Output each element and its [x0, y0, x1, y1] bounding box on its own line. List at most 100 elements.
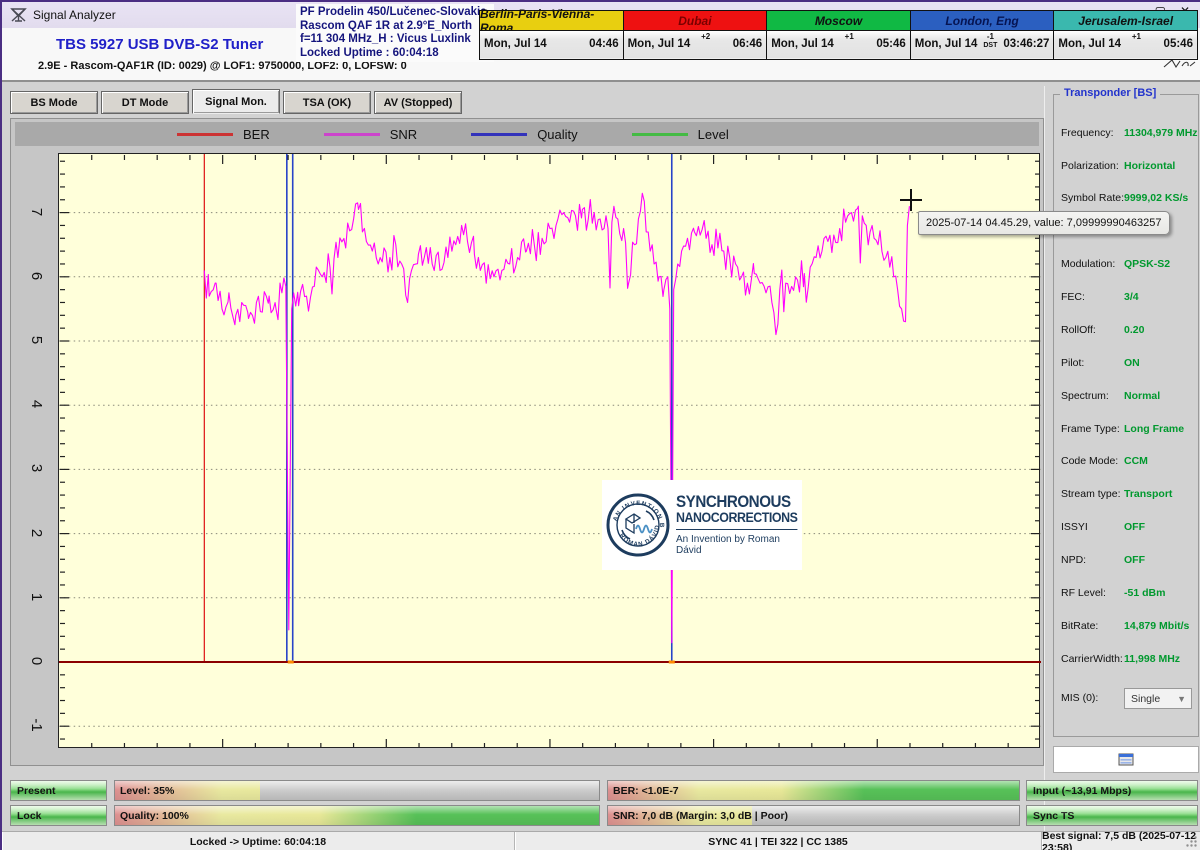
snr-bar: SNR: 7,0 dB (Margin: 3,0 dB | Poor) [607, 805, 1020, 826]
clock-time: 05:46 [1164, 38, 1193, 50]
transponder-label: Code Mode: [1061, 455, 1118, 467]
statusbar-sync: SYNC 41 | TEI 322 | CC 1385 [515, 832, 1042, 850]
device-button[interactable] [1053, 746, 1199, 773]
ber-bar: BER: <1.0E-7 [607, 780, 1020, 801]
clock-city-label: Dubai [624, 11, 767, 31]
world-clock: Moscow Mon, Jul 14 +1 05:46 [766, 10, 911, 60]
legend-label: BER [243, 127, 270, 142]
statusbar-uptime: Locked -> Uptime: 60:04:18 [2, 832, 515, 850]
transponder-value: OFF [1124, 521, 1145, 533]
legend-item-quality: Quality [471, 127, 577, 142]
transponder-value: QPSK-S2 [1124, 258, 1170, 270]
clock-city-label: Berlin-Paris-Vienna-Roma [480, 11, 623, 31]
transponder-label: Frame Type: [1061, 423, 1120, 435]
transponder-label: CarrierWidth: [1061, 653, 1123, 665]
transponder-row: Modulation: QPSK-S2 [1054, 258, 1198, 274]
clock-city-label: Moscow [767, 11, 910, 31]
satellite-dish-icon [10, 8, 27, 23]
clock-time: 06:46 [733, 38, 762, 50]
legend-item-ber: BER [177, 127, 270, 142]
transponder-label: Stream type: [1061, 488, 1121, 500]
clock-date: Mon, Jul 14 [1058, 38, 1121, 50]
y-tick-label: 6 [27, 264, 47, 288]
mis-row: MIS (0): Single ▼ [1054, 692, 1198, 708]
clock-utc-offset: +2 [701, 33, 710, 41]
statusbar-best-signal: Best signal: 7,5 dB (2025-07-12 23:58) [1042, 832, 1200, 850]
legend-label: Quality [537, 127, 577, 142]
clock-body: Mon, Jul 14 -1DST 03:46:27 [911, 31, 1054, 58]
legend-swatch [632, 133, 688, 136]
device-icon [1118, 753, 1134, 766]
transponder-value: 11,998 MHz [1124, 653, 1180, 665]
clock-utc-offset: +1 [845, 33, 854, 41]
signal-plot-area[interactable] [58, 153, 1040, 748]
clock-body: Mon, Jul 14 +1 05:46 [767, 31, 910, 58]
invention-badge-icon: AN INVENTION BY ROMAN DÁVID [606, 493, 670, 557]
clock-body: Mon, Jul 14 +1 05:46 [1054, 31, 1197, 58]
transponder-row: Code Mode: CCM [1054, 455, 1198, 471]
clock-city-label: London, Eng [911, 11, 1054, 31]
transponder-label: RF Level: [1061, 587, 1106, 599]
transponder-row: RF Level:-51 dBm [1054, 587, 1198, 603]
clock-utc-offset: +1 [1132, 33, 1141, 41]
info-line: Rascom QAF 1R at 2.9°E_North [300, 20, 490, 34]
clock-time: 03:46:27 [1003, 38, 1049, 50]
world-clock: Berlin-Paris-Vienna-Roma Mon, Jul 14 04:… [479, 10, 624, 60]
tab-av-stopped-[interactable]: AV (Stopped) [374, 91, 462, 114]
info-line: f=11 304 MHz_H : Vicus Luxlink [300, 33, 490, 47]
transponder-value: OFF [1124, 554, 1145, 566]
signal-plot-canvas [59, 154, 1041, 749]
input-indicator: Input (~13,91 Mbps) [1026, 780, 1198, 801]
resize-grip[interactable] [1185, 835, 1198, 848]
y-tick-label: 4 [27, 392, 47, 416]
transponder-label: ISSYI [1061, 521, 1088, 533]
sync-ts-indicator: Sync TS [1026, 805, 1198, 826]
world-clock: Jerusalem-Israel Mon, Jul 14 +1 05:46 [1053, 10, 1198, 60]
legend-item-level: Level [632, 127, 729, 142]
mis-dropdown[interactable]: Single ▼ [1124, 688, 1192, 709]
y-axis-labels: -101234567 [17, 153, 51, 748]
legend-swatch [324, 133, 380, 136]
transponder-label: Frequency: [1061, 127, 1114, 139]
mode-tabs: BS ModeDT ModeSignal Mon.TSA (OK)AV (Sto… [10, 91, 462, 114]
transponder-value: 11304,979 MHz [1124, 127, 1198, 139]
quality-bar: Quality: 100% [114, 805, 600, 826]
info-line: Locked Uptime : 60:04:18 [300, 47, 490, 61]
transponder-label: NPD: [1061, 554, 1086, 566]
transponder-label: Spectrum: [1061, 390, 1109, 402]
transponder-row: Frame Type:Long Frame [1054, 423, 1198, 439]
clock-date: Mon, Jul 14 [484, 38, 547, 50]
tab-tsa-ok-[interactable]: TSA (OK) [283, 91, 371, 114]
transponder-groupbox: Transponder [BS] Frequency:11304,979 MHz… [1053, 94, 1199, 737]
transponder-row: CarrierWidth:11,998 MHz [1054, 653, 1198, 669]
tab-dt-mode[interactable]: DT Mode [101, 91, 189, 114]
watermark-line3: An Invention by Roman Dávid [676, 534, 808, 556]
transponder-row: Frequency: 11304,979 MHz [1054, 127, 1198, 143]
transponder-value: 14,879 Mbit/s [1124, 620, 1189, 632]
transponder-row: Spectrum: Normal [1054, 390, 1198, 406]
tab-signal-mon-[interactable]: Signal Mon. [192, 89, 280, 114]
lock-indicator: Lock [10, 805, 107, 826]
legend-label: Level [698, 127, 729, 142]
transponder-value: Normal [1124, 390, 1160, 402]
clock-city-label: Jerusalem-Israel [1054, 11, 1197, 31]
tab-bs-mode[interactable]: BS Mode [10, 91, 98, 114]
clock-date: Mon, Jul 14 [915, 38, 978, 50]
window-title: Signal Analyzer [33, 8, 116, 22]
legend-swatch [177, 133, 233, 136]
transponder-label: BitRate: [1061, 620, 1098, 632]
y-tick-label: 5 [27, 328, 47, 352]
transponder-panel: Transponder [BS] Frequency: 11304,979 MHz… [1044, 86, 1200, 850]
transponder-title: Transponder [BS] [1060, 87, 1160, 99]
transponder-value: Transport [1124, 488, 1172, 500]
transponder-label: Modulation: [1061, 258, 1115, 270]
transponder-value: CCM [1124, 455, 1148, 467]
signal-chart-panel: BERSNRQualityLevel -101234567 [10, 118, 1044, 766]
transponder-label: FEC: [1061, 291, 1085, 303]
transponder-label: Symbol Rate: [1061, 192, 1124, 204]
y-tick-label: 2 [27, 521, 47, 545]
y-tick-label: -1 [27, 713, 47, 737]
transponder-row: RollOff:0.20 [1054, 324, 1198, 340]
transponder-row: NPD: OFF [1054, 554, 1198, 570]
transponder-value: ON [1124, 357, 1140, 369]
